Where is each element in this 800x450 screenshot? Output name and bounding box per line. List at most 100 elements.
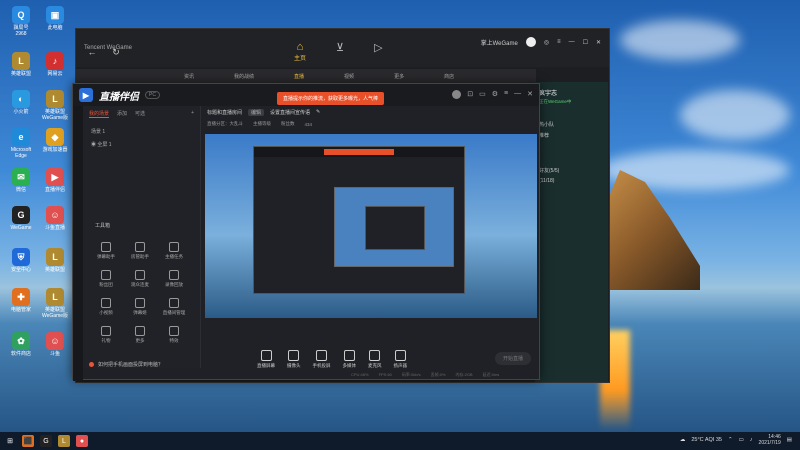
wegame-tab-video[interactable]: ▷ <box>374 41 382 62</box>
message-icon[interactable]: ▭ <box>479 90 486 99</box>
source-button[interactable]: 摄像头 <box>287 350 301 369</box>
wegame-icon[interactable]: G <box>40 435 52 447</box>
promo-banner[interactable]: 直播提示你的推流，获取更多曝光，人气棒 <box>277 92 385 105</box>
scene-name[interactable]: 场景 1 <box>83 122 200 141</box>
source-icon <box>394 350 406 361</box>
tool-icon <box>169 270 179 280</box>
list-item[interactable]: 热小队 <box>535 119 608 130</box>
tab-my-scenes[interactable]: 我的场景 <box>89 110 110 118</box>
subnav-item[interactable]: 直播 <box>294 73 304 80</box>
app-logo-text: 直播伴侣 <box>99 91 139 103</box>
room-edit-tag[interactable]: 编辑 <box>248 108 265 116</box>
tool-item[interactable]: 粉丝团 <box>89 270 123 288</box>
list-item[interactable]: (11/18) <box>535 176 608 186</box>
tool-item[interactable]: 弹幕助手 <box>89 242 123 260</box>
refresh-icon[interactable]: ↻ <box>108 47 124 58</box>
source-icon <box>343 350 355 361</box>
desktop-icon[interactable]: e Microsoft Edge <box>6 128 36 159</box>
subnav-item[interactable]: 资讯 <box>184 73 194 80</box>
tool-item[interactable]: 录像回放 <box>157 270 191 288</box>
desktop-icon[interactable]: G WeGame <box>6 206 36 231</box>
tab-add[interactable]: 添加 <box>117 110 127 118</box>
source-button[interactable]: 手机投屏 <box>313 350 331 369</box>
close-icon[interactable]: ✕ <box>596 39 601 46</box>
start-stream-button[interactable]: 开始直播 <box>494 352 531 365</box>
notification-icon[interactable]: ▤ <box>787 437 792 443</box>
tool-item[interactable]: 小视频 <box>89 298 123 316</box>
list-item[interactable]: 好友(5/5) <box>535 165 608 176</box>
app-icon: ◐ <box>12 90 30 108</box>
maximize-icon[interactable]: ☐ <box>583 39 588 46</box>
scene-item[interactable]: ◉ 全屏 1 <box>83 141 200 154</box>
friend-name[interactable]: 疯宇志 <box>535 82 608 99</box>
stream-preview[interactable] <box>205 134 537 318</box>
tool-item[interactable]: 特效 <box>157 326 191 344</box>
status-item: 码率:0kb/s <box>401 372 421 377</box>
desktop-icon[interactable]: ◆ 游戏加速器 <box>40 128 70 153</box>
tool-item[interactable]: 主播任务 <box>157 242 191 260</box>
back-arrow-icon[interactable]: ← <box>84 47 100 58</box>
desktop-icon[interactable]: ✚ 电脑管家 <box>6 288 36 313</box>
network-icon[interactable]: ▭ <box>739 437 744 443</box>
minimize-icon[interactable]: — <box>569 39 575 45</box>
gift-icon[interactable]: ◎ <box>544 39 549 46</box>
source-button[interactable]: 麦克风 <box>368 350 382 369</box>
subnav-item[interactable]: 更多 <box>394 73 404 80</box>
desktop-icon[interactable]: L 英雄联盟 WeGame版 <box>40 288 70 319</box>
tool-icon <box>135 326 145 336</box>
desktop-icon[interactable]: ⛨ 安全中心 <box>6 248 36 273</box>
tool-item[interactable]: 房管助手 <box>123 242 157 260</box>
weather-text[interactable]: 25°C AQI 35 <box>691 437 722 443</box>
source-button[interactable]: 扬声器 <box>394 350 407 369</box>
desktop-icon[interactable]: L 英雄联盟 <box>6 52 36 77</box>
source-button[interactable]: 直播屏幕 <box>257 350 275 369</box>
streaming-app-icon[interactable]: ● <box>76 435 88 447</box>
room-title[interactable]: 标题和直播房间 <box>207 109 242 116</box>
tray-icon[interactable]: ⌃ <box>728 437 733 443</box>
league-icon[interactable]: L <box>58 435 70 447</box>
tool-item[interactable]: 直播间管理 <box>157 298 191 316</box>
menu-icon[interactable]: ≡ <box>504 90 508 99</box>
desktop-icon[interactable]: ✉ 微信 <box>6 168 36 193</box>
subnav-item[interactable]: 商店 <box>444 73 454 80</box>
desktop-icon[interactable]: ▣ 此电脑 <box>40 6 70 31</box>
desktop-icon[interactable]: L 英雄联盟 <box>40 248 70 273</box>
source-button[interactable]: 多媒体 <box>343 350 356 369</box>
tool-item[interactable]: 礼物 <box>89 326 123 344</box>
add-icon[interactable]: + <box>191 110 194 118</box>
start-icon[interactable]: ⊞ <box>4 435 16 447</box>
wegame-user-label[interactable]: 掌上WeGame <box>481 38 518 47</box>
tool-item[interactable]: 弹幕姬 <box>123 298 157 316</box>
desktop-icon[interactable]: ♪ 网易云 <box>40 52 70 77</box>
list-item[interactable]: 推荐 <box>535 130 608 141</box>
room-slogan[interactable]: 设置直播间宣传语 <box>270 109 310 116</box>
wegame-tab-home[interactable]: ⌂ 主页 <box>294 41 306 62</box>
volume-icon[interactable]: ♪ <box>750 437 753 443</box>
subnav-item[interactable]: 视频 <box>344 73 354 80</box>
minimize-icon[interactable]: — <box>514 90 521 99</box>
close-icon[interactable]: ✕ <box>527 90 533 99</box>
tool-item[interactable]: 观众连麦 <box>123 270 157 288</box>
app-icon: ✚ <box>12 288 30 306</box>
avatar[interactable] <box>525 37 536 47</box>
settings-icon[interactable]: ⚙ <box>492 90 498 99</box>
gift-icon[interactable]: ⊡ <box>467 90 473 99</box>
tab-optional[interactable]: 可选 <box>135 110 145 118</box>
desktop-icon[interactable]: L 英雄联盟 WeGame版 <box>40 90 70 121</box>
menu-icon[interactable]: ≡ <box>557 39 561 45</box>
desktop-icon[interactable]: ☺ 斗鱼直播 <box>40 206 70 231</box>
desktop-icon-qq[interactable]: Q 飘局号 2968 <box>6 6 36 37</box>
clock[interactable]: 14:46 2021/7/19 <box>759 434 781 446</box>
streaming-app-window[interactable]: ▶ 直播伴侣 PC 直播提示你的推流，获取更多曝光，人气棒 ⊡ ▭ ⚙ ≡ — … <box>72 83 540 381</box>
tool-icon <box>135 270 145 280</box>
desktop-icon[interactable]: ✿ 软件商店 <box>6 332 36 357</box>
tool-item[interactable]: 更多 <box>123 326 157 344</box>
desktop-icon[interactable]: ☺ 斗鱼 <box>40 332 70 357</box>
desktop-icon[interactable]: ◐ 小火箭 <box>6 90 36 115</box>
edit-icon[interactable]: ✎ <box>316 109 320 115</box>
desktop-icon[interactable]: ▶ 直播伴侣 <box>40 168 70 193</box>
avatar[interactable] <box>452 90 462 99</box>
subnav-item[interactable]: 我的战绩 <box>234 73 254 80</box>
wegame-tab-mail[interactable]: ⊻ <box>336 41 344 62</box>
taskbar-app-icon[interactable]: ⬛ <box>22 435 34 447</box>
